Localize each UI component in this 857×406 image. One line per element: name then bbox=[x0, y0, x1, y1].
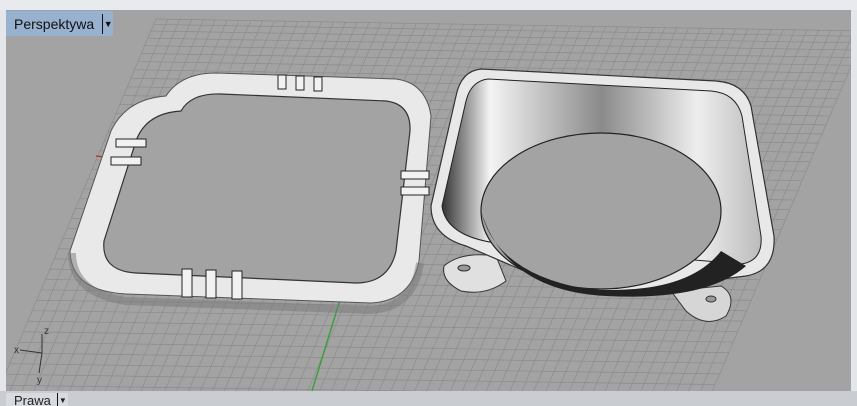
perspective-viewport[interactable]: z x y Perspektywa ▼ bbox=[6, 10, 851, 391]
scene: z x y bbox=[6, 18, 851, 391]
grid-line bbox=[23, 331, 734, 343]
viewport-tab-perspective[interactable]: Perspektywa ▼ bbox=[6, 11, 114, 36]
viewport-tab-right[interactable]: Prawa ▼ bbox=[6, 393, 68, 406]
viewport-label: Perspektywa bbox=[14, 15, 95, 32]
dropdown-arrow-icon[interactable]: ▼ bbox=[58, 393, 68, 406]
grid-line bbox=[14, 352, 725, 364]
axis-y-label: y bbox=[37, 375, 42, 386]
grid-line bbox=[9, 363, 720, 375]
window-top-strip bbox=[0, 0, 857, 10]
rounded-frame-object bbox=[68, 72, 432, 315]
axis-x-label: x bbox=[14, 345, 19, 356]
grid-line bbox=[147, 37, 851, 51]
grid-line bbox=[18, 341, 729, 353]
grid-line bbox=[155, 18, 851, 32]
grid-line bbox=[6, 374, 716, 385]
viewport-label: Prawa bbox=[14, 393, 51, 406]
secondary-viewport[interactable] bbox=[0, 391, 857, 406]
axis-z-label: z bbox=[44, 326, 49, 337]
dropdown-arrow-icon[interactable]: ▼ bbox=[103, 19, 113, 29]
grid-line bbox=[32, 310, 743, 322]
grid-line bbox=[27, 320, 738, 332]
